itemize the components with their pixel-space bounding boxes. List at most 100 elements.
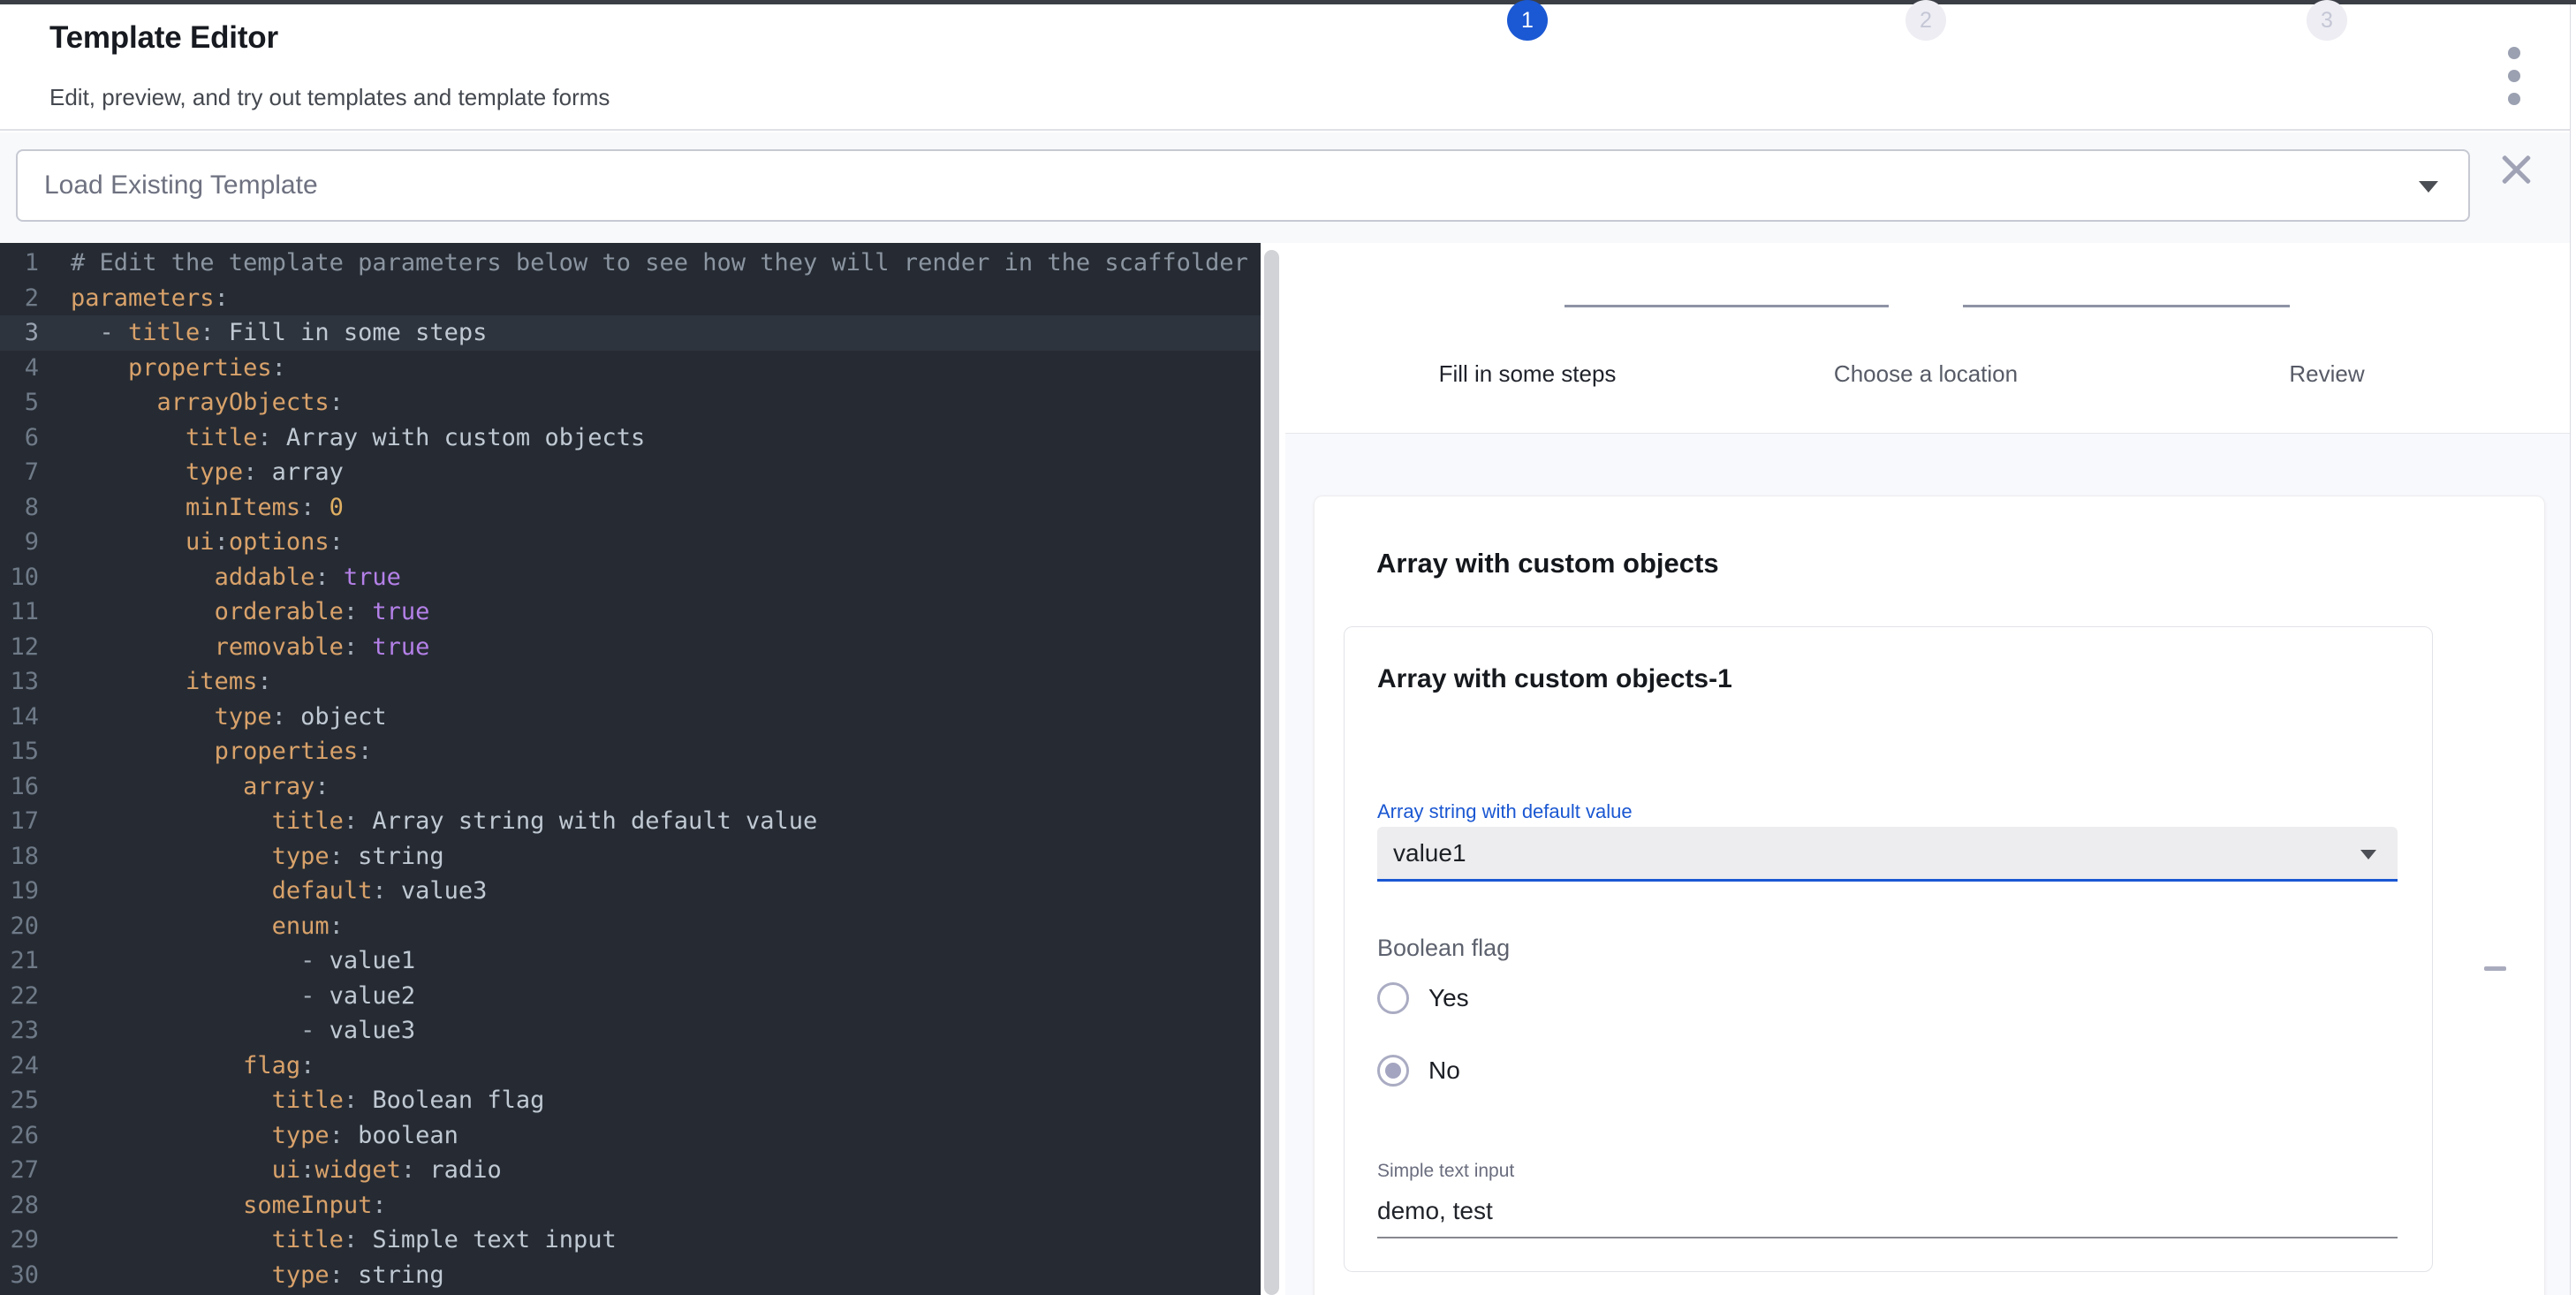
code-text: someInput: — [39, 1188, 387, 1223]
line-number: 19 — [0, 874, 39, 909]
line-number: 21 — [0, 943, 39, 979]
line-number: 30 — [0, 1258, 39, 1293]
code-text: title: Array with custom objects — [39, 420, 645, 456]
radio-no-label: No — [1428, 1056, 1460, 1085]
step-label-choose-a-location: Choose a location — [1834, 360, 2018, 388]
radio-option-yes[interactable]: Yes — [1377, 981, 1469, 1016]
code-text: - value1 — [39, 943, 415, 979]
code-text: type: object — [39, 700, 387, 735]
load-template-section: Load Existing Template — [0, 133, 2571, 243]
code-line: 10 addable: true — [0, 560, 1261, 595]
code-lines: 1# Edit the template parameters below to… — [0, 246, 1261, 1292]
radio-checked-icon — [1377, 1055, 1409, 1087]
code-text: - value2 — [39, 979, 415, 1014]
code-text: properties: — [39, 734, 372, 769]
more-options-button[interactable] — [2495, 47, 2534, 105]
line-number: 29 — [0, 1223, 39, 1258]
code-text: items: — [39, 664, 272, 700]
code-line: 26 type: boolean — [0, 1118, 1261, 1154]
remove-array-item-button[interactable] — [2477, 956, 2512, 981]
code-text: type: string — [39, 839, 444, 875]
code-line: 5 arrayObjects: — [0, 385, 1261, 420]
array-string-select[interactable]: value1 — [1377, 827, 2398, 882]
line-number: 17 — [0, 804, 39, 839]
code-text: # Edit the template parameters below to … — [39, 246, 1261, 281]
code-line: 30 type: string — [0, 1258, 1261, 1293]
code-text: title: Boolean flag — [39, 1083, 544, 1118]
editor-scrollbar-thumb[interactable] — [1264, 250, 1279, 1295]
load-template-select[interactable]: Load Existing Template — [16, 149, 2470, 222]
code-line: 19 default: value3 — [0, 874, 1261, 909]
step-label-review: Review — [2289, 360, 2364, 388]
line-number: 6 — [0, 420, 39, 456]
code-line: 11 orderable: true — [0, 594, 1261, 630]
array-section-title: Array with custom objects — [1376, 548, 1719, 579]
page-subtitle: Edit, preview, and try out templates and… — [49, 84, 610, 111]
line-number: 3 — [0, 315, 39, 351]
radio-unchecked-icon — [1377, 982, 1409, 1014]
line-number: 1 — [0, 246, 39, 281]
code-text: type: array — [39, 455, 344, 490]
code-text: minItems: 0 — [39, 490, 344, 526]
array-item-card: Array with custom objects-1 Array string… — [1344, 626, 2433, 1272]
chevron-down-icon — [2419, 181, 2438, 193]
code-line: 17 title: Array string with default valu… — [0, 804, 1261, 839]
code-text: - value3 — [39, 1013, 415, 1049]
stepper: 1 2 3 Fill in some steps Choose a locati… — [1285, 243, 2571, 433]
code-line: 23 - value3 — [0, 1013, 1261, 1049]
kebab-icon — [2508, 47, 2520, 59]
line-number: 5 — [0, 385, 39, 420]
line-number: 2 — [0, 281, 39, 316]
code-text: enum: — [39, 909, 344, 944]
step-indicator-3: 3 — [2307, 0, 2347, 41]
step-indicator-2: 2 — [1905, 0, 1946, 41]
boolean-flag-label: Boolean flag — [1377, 935, 1510, 962]
code-line: 20 enum: — [0, 909, 1261, 944]
code-line: 7 type: array — [0, 455, 1261, 490]
line-number: 16 — [0, 769, 39, 805]
line-number: 22 — [0, 979, 39, 1014]
code-text: removable: true — [39, 630, 429, 665]
line-number: 14 — [0, 700, 39, 735]
chevron-down-icon — [2360, 850, 2376, 860]
array-select-label: Array string with default value — [1377, 800, 1633, 823]
code-line: 4 properties: — [0, 351, 1261, 386]
kebab-icon — [2508, 93, 2520, 105]
code-line: 12 removable: true — [0, 630, 1261, 665]
step-connector — [1565, 305, 1889, 307]
code-text: title: Simple text input — [39, 1223, 617, 1258]
line-number: 20 — [0, 909, 39, 944]
clear-template-button[interactable] — [2498, 152, 2534, 187]
radio-option-no[interactable]: No — [1377, 1053, 1460, 1088]
code-text: array: — [39, 769, 330, 805]
code-text: addable: true — [39, 560, 401, 595]
line-number: 15 — [0, 734, 39, 769]
template-preview-panel: 1 2 3 Fill in some steps Choose a locati… — [1285, 243, 2571, 1295]
line-number: 24 — [0, 1049, 39, 1084]
minus-icon — [2484, 966, 2506, 971]
step-indicator-1: 1 — [1507, 0, 1548, 41]
radio-yes-label: Yes — [1428, 984, 1469, 1012]
code-line: 9 ui:options: — [0, 525, 1261, 560]
editor-scrollbar-track — [1261, 243, 1285, 1295]
code-line: 29 title: Simple text input — [0, 1223, 1261, 1258]
code-line: 28 someInput: — [0, 1188, 1261, 1223]
code-text: title: Array string with default value — [39, 804, 817, 839]
line-number: 8 — [0, 490, 39, 526]
line-number: 26 — [0, 1118, 39, 1154]
line-number: 11 — [0, 594, 39, 630]
load-template-placeholder: Load Existing Template — [44, 151, 318, 220]
code-line: 3 - title: Fill in some steps — [0, 315, 1261, 351]
code-line: 27 ui:widget: radio — [0, 1153, 1261, 1188]
array-item-title: Array with custom objects-1 — [1377, 664, 1732, 694]
code-line: 24 flag: — [0, 1049, 1261, 1084]
yaml-code-editor[interactable]: 1# Edit the template parameters below to… — [0, 243, 1261, 1295]
simple-text-input[interactable]: demo, test — [1377, 1189, 2398, 1233]
code-text: type: string — [39, 1258, 444, 1293]
code-text: default: value3 — [39, 874, 487, 909]
form-card: Array with custom objects Array with cus… — [1314, 496, 2545, 1295]
simple-text-input-label: Simple text input — [1377, 1161, 1514, 1182]
template-editor-screen: Template Editor Edit, preview, and try o… — [0, 0, 2576, 1295]
code-text: type: boolean — [39, 1118, 458, 1154]
line-number: 7 — [0, 455, 39, 490]
